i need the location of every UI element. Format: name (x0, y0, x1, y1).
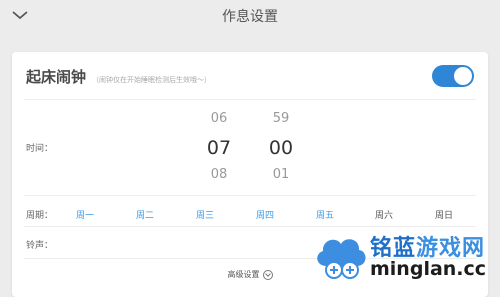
minute-prev[interactable]: 59 (261, 111, 301, 126)
day-mon[interactable]: 周一 (68, 208, 102, 221)
top-bar: 作息设置 (0, 0, 500, 34)
day-thu[interactable]: 周四 (248, 208, 282, 221)
hour-selected[interactable]: 07 (199, 137, 239, 159)
divider (24, 195, 476, 196)
alarm-toggle[interactable] (432, 65, 474, 87)
alarm-hint: （闹钟仅在开始睡眠检测后生效哦～） (92, 76, 212, 84)
divider (24, 99, 476, 100)
cloud-logo-icon (317, 239, 366, 279)
day-sat[interactable]: 周六 (367, 208, 401, 221)
day-fri[interactable]: 周五 (308, 208, 342, 221)
time-label: 时间： (26, 144, 54, 154)
toggle-knob (454, 67, 472, 85)
advanced-settings-label: 高级设置 (227, 270, 260, 279)
day-wed[interactable]: 周三 (188, 208, 222, 221)
alarm-title: 起床闹钟 (26, 68, 87, 86)
day-sun[interactable]: 周日 (427, 208, 461, 221)
page-title: 作息设置 (222, 9, 278, 25)
chevron-down-circle-icon (262, 269, 273, 280)
alarm-card-header: 起床闹钟 （闹钟仅在开始睡眠检测后生效哦～） (26, 66, 211, 87)
minute-next[interactable]: 01 (261, 167, 301, 182)
hour-prev[interactable]: 06 (199, 111, 239, 126)
ringtone-label: 铃声： (26, 241, 54, 251)
hour-next[interactable]: 08 (199, 167, 239, 182)
watermark-en: minglan.cc (370, 258, 487, 280)
site-watermark: 铭蓝游戏网 minglan.cc (312, 222, 500, 289)
minute-selected[interactable]: 00 (261, 137, 301, 159)
day-tue[interactable]: 周二 (128, 208, 162, 221)
repeat-label: 周期： (26, 211, 54, 221)
